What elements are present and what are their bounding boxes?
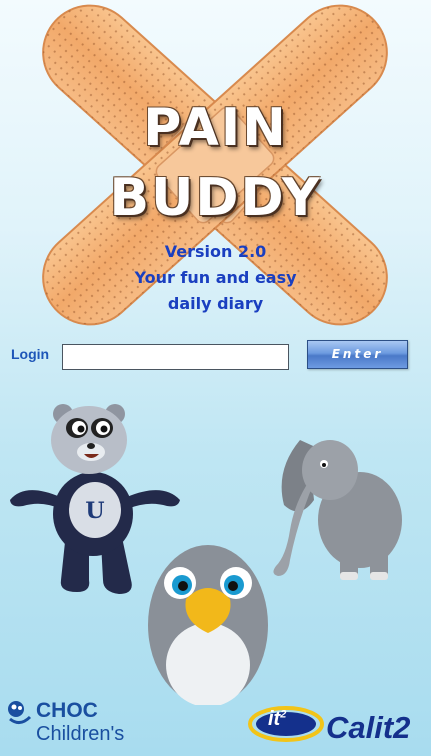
calit2-badge: it2 bbox=[268, 708, 286, 731]
penguin-character-icon bbox=[148, 545, 268, 705]
tagline-line1: Your fun and easy bbox=[134, 268, 297, 287]
choc-logo-line2: Children's bbox=[36, 723, 125, 745]
app-title-line2: BUDDY bbox=[109, 168, 322, 228]
enter-button[interactable]: Enter bbox=[307, 340, 408, 369]
calit2-logo-text: Calit2 bbox=[326, 710, 411, 745]
calit2-badge-text: it bbox=[268, 708, 281, 730]
svg-text:U: U bbox=[85, 498, 104, 524]
app-title-line1: PAIN bbox=[143, 98, 288, 158]
calit2-badge-sup: 2 bbox=[280, 708, 287, 721]
choc-logo-line1: CHOC bbox=[36, 699, 98, 722]
choc-logo-icon bbox=[8, 701, 32, 724]
version-text: Version 2.0 bbox=[164, 242, 267, 261]
login-input[interactable] bbox=[62, 344, 289, 370]
tagline-line2: daily diary bbox=[167, 294, 264, 313]
login-label: Login bbox=[11, 346, 50, 362]
elephant-character-icon bbox=[273, 440, 402, 580]
splash-screen: PAIN BUDDY Version 2.0 Your fun and easy… bbox=[0, 0, 431, 756]
